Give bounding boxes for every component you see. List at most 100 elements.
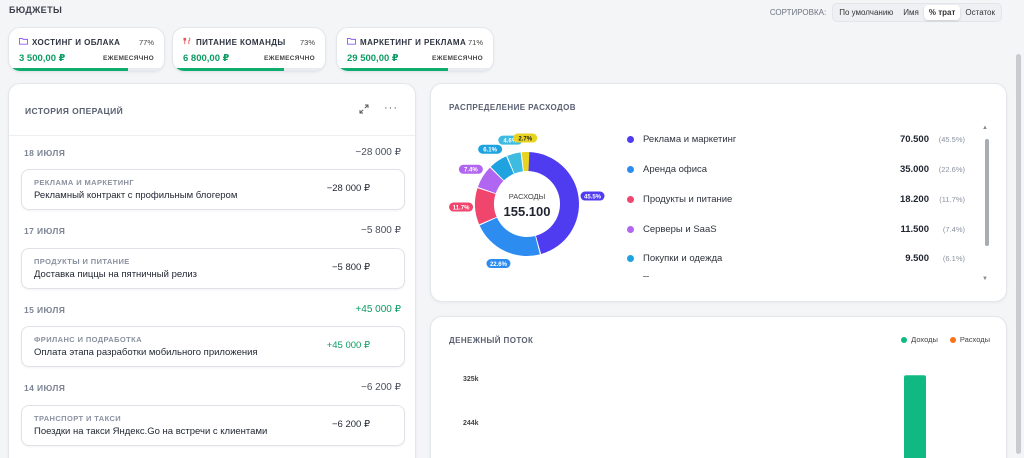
legend-value: 35.000 [899,164,929,175]
transaction-card[interactable]: Фриланс и подработка Оплата этапа разраб… [21,326,405,367]
transaction-description: Оплата этапа разработки мобильного прило… [34,347,258,358]
budget-percent: 73% [299,38,315,47]
legend-dot [627,255,634,262]
budget-amount: 3 500,00 ₽ [19,53,66,64]
history-panel: История операций ··· 18 июля −28 000 ₽ Р… [8,83,416,458]
day-date: 18 июля [24,148,66,158]
day-date: 17 июля [24,226,66,236]
budget-amount: 29 500,00 ₽ [347,53,399,64]
transaction-category: Продукты и питание [34,257,130,266]
page-scrollbar[interactable] [1016,54,1021,454]
legend-dot [627,196,634,203]
transaction-amount: −28 000 ₽ [326,183,370,194]
legend-dot [627,136,634,143]
donut-percent-chip: 45.5% [580,191,605,201]
legend-name: Серверы и SaaS [643,224,717,235]
sort-option-default[interactable]: По умолчанию [834,5,898,20]
transaction-amount: −6 200 ₽ [331,419,370,430]
legend-percent: (6.1%) [942,254,965,263]
legend-percent: (45.5%) [938,135,965,144]
day-header: 14 июля −6 200 ₽ [9,375,415,399]
legend-name: Покупки и одежда [643,253,723,264]
legend-overflow-dash [643,276,649,277]
svg-text:22.6%: 22.6% [490,262,508,268]
day-header: 15 июля +45 000 ₽ [9,297,415,321]
legend-value: 70.500 [899,134,929,145]
fork-knife-icon [183,37,191,45]
legend-row[interactable]: Серверы и SaaS 11.500 (7.4%) [627,223,981,237]
budget-card-team-food[interactable]: Питание команды 73% 6 800,00 ₽ ЕЖЕМЕСЯЧН… [172,27,326,72]
transaction-card[interactable]: Транспорт и такси Поездки на такси Яндек… [21,405,405,446]
legend-percent: (22.6%) [938,165,965,174]
expense-donut-chart: РАСХОДЫ 155.100 45.5%22.6%11.7%7.4%6.1%4… [449,133,605,269]
donut-slice[interactable] [521,152,530,172]
budget-period: ЕЖЕМЕСЯЧНО [264,55,315,62]
budget-progress-track [173,68,325,71]
legend-expense[interactable]: Расходы [949,335,990,344]
history-divider [9,135,415,136]
sort-bar: СОРТИРОВКА: По умолчанию Имя % трат Оста… [770,3,1002,22]
donut-slice[interactable] [475,188,497,225]
budget-progress-fill [173,68,284,71]
svg-text:11.7%: 11.7% [453,205,470,211]
transaction-category: Транспорт и такси [34,414,122,423]
y-tick-label: 244k [463,420,479,427]
budget-name: Хостинг и облака [32,38,121,47]
sort-option-name[interactable]: Имя [898,5,924,20]
income-bar[interactable] [904,375,926,458]
sort-option-remaining[interactable]: Остаток [960,5,1000,20]
budget-card-hosting[interactable]: Хостинг и облака 77% 3 500,00 ₽ ЕЖЕМЕСЯЧ… [8,27,165,72]
legend-value: 9.500 [905,253,929,264]
legend-scrollbar-thumb[interactable] [985,139,989,246]
sort-segmented-control: По умолчанию Имя % трат Остаток [832,3,1002,22]
donut-center-value: 155.100 [504,204,551,219]
day-total: +45 000 ₽ [355,304,401,315]
legend-percent: (11.7%) [939,195,965,204]
svg-text:6.1%: 6.1% [483,148,497,154]
donut-slice[interactable] [479,217,540,256]
day-header: 17 июля −5 800 ₽ [9,218,415,242]
day-header: 18 июля −28 000 ₽ [9,140,415,164]
scroll-down-arrow-icon[interactable]: ▼ [982,276,988,282]
legend-row[interactable]: Продукты и питание 18.200 (11.7%) [627,193,981,207]
budget-progress-fill [9,68,129,71]
expense-dot [949,336,956,343]
transaction-description: Доставка пиццы на пятничный релиз [34,269,198,280]
day-date: 14 июля [24,383,66,393]
legend-income[interactable]: Доходы [901,335,938,344]
budget-amount: 6 800,00 ₽ [183,53,230,64]
distribution-panel: Распределение расходов РАСХОДЫ 155.100 4… [430,83,1007,302]
sort-option-spend-percent[interactable]: % трат [923,5,961,20]
budget-progress-track [9,68,164,71]
folder-icon [347,38,356,45]
donut-percent-chip: 2.7% [513,133,538,143]
sort-label: СОРТИРОВКА: [769,8,827,17]
budget-progress-track [337,68,493,71]
more-options-icon[interactable]: ··· [384,102,398,114]
legend-row[interactable]: Реклама и маркетинг 70.500 (45.5%) [627,133,981,147]
budget-period: ЕЖЕМЕСЯЧНО [103,55,154,62]
svg-text:45.5%: 45.5% [584,194,602,200]
transaction-card[interactable]: Реклама и маркетинг Рекламный контракт с… [21,169,405,210]
day-total: −5 800 ₽ [360,225,401,236]
budget-name: Питание команды [196,38,286,47]
budget-card-marketing[interactable]: Маркетинг и реклама 71% 29 500,00 ₽ ЕЖЕМ… [336,27,494,72]
day-total: −6 200 ₽ [360,382,401,393]
legend-row[interactable]: Покупки и одежда 9.500 (6.1%) [627,252,981,266]
transaction-description: Поездки на такси Яндекс.Go на встречи с … [34,426,268,437]
transaction-amount: −5 800 ₽ [331,262,370,273]
transaction-description: Рекламный контракт с профильным блогером [34,190,238,201]
legend-row[interactable]: Аренда офиса 35.000 (22.6%) [627,163,981,177]
budget-percent: 71% [467,38,483,47]
budget-percent: 77% [138,38,154,47]
expand-icon[interactable] [359,104,369,114]
transaction-category: Фриланс и подработка [34,335,142,344]
cashflow-panel: Денежный поток Доходы Расходы 325k 244k [430,316,1007,458]
budgets-title: Бюджеты [9,5,63,15]
legend-value: 18.200 [899,194,929,205]
income-dot [901,336,908,343]
folder-icon [19,38,28,45]
scroll-up-arrow-icon[interactable]: ▲ [982,125,988,131]
legend-dot [627,226,634,233]
transaction-card[interactable]: Продукты и питание Доставка пиццы на пят… [21,248,405,289]
